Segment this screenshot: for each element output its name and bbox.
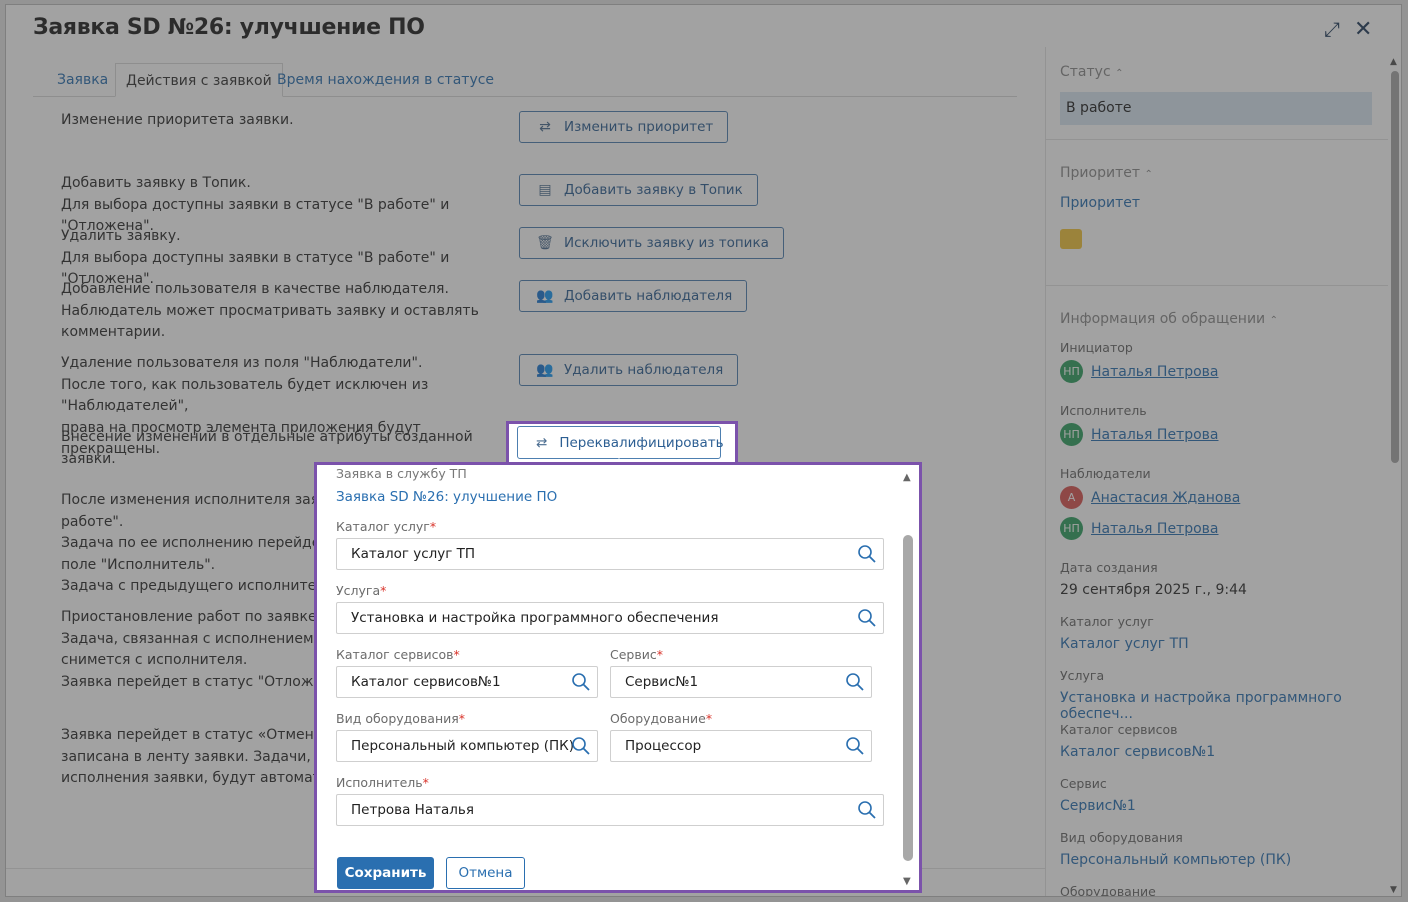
swap-arrows-icon: ⇄ xyxy=(536,434,548,451)
scroll-down-icon[interactable]: ▼ xyxy=(903,876,911,887)
equipment-input[interactable]: Процессор xyxy=(610,730,872,762)
search-icon[interactable] xyxy=(857,544,877,564)
search-icon[interactable] xyxy=(571,736,591,756)
reclassify-button[interactable]: ⇄ Переквалифицировать xyxy=(517,426,724,459)
svc-input[interactable]: Сервис№1 xyxy=(610,666,872,698)
service-field-label: Услуга* xyxy=(336,583,387,598)
cancel-button[interactable]: Отмена xyxy=(446,857,525,889)
search-icon[interactable] xyxy=(857,608,877,628)
service-catalog-field-label: Каталог сервисов* xyxy=(336,647,460,662)
scroll-up-icon[interactable]: ▲ xyxy=(903,472,911,483)
search-icon[interactable] xyxy=(857,800,877,820)
reclassify-popup: Заявка в службу ТП Заявка SD №26: улучше… xyxy=(314,462,922,893)
equipment-type-field-label: Вид оборудования* xyxy=(336,711,466,726)
search-icon[interactable] xyxy=(845,672,865,692)
catalog-input[interactable]: Каталог услуг ТП xyxy=(336,538,884,570)
service-input[interactable]: Установка и настройка программного обесп… xyxy=(336,602,884,634)
popup-header: Заявка в службу ТП xyxy=(336,466,467,481)
executor-field-label: Исполнитель* xyxy=(336,775,429,790)
service-catalog-input[interactable]: Каталог сервисов№1 xyxy=(336,666,598,698)
equipment-type-input[interactable]: Персональный компьютер (ПК) xyxy=(336,730,598,762)
catalog-field-label: Каталог услуг* xyxy=(336,519,437,534)
search-icon[interactable] xyxy=(571,672,591,692)
save-button[interactable]: Сохранить xyxy=(337,857,434,889)
svc-field-label: Сервис* xyxy=(610,647,663,662)
popup-scroll-thumb[interactable] xyxy=(903,535,913,861)
executor-input[interactable]: Петрова Наталья xyxy=(336,794,884,826)
search-icon[interactable] xyxy=(845,736,865,756)
equipment-field-label: Оборудование* xyxy=(610,711,713,726)
popup-title[interactable]: Заявка SD №26: улучшение ПО xyxy=(336,489,557,505)
